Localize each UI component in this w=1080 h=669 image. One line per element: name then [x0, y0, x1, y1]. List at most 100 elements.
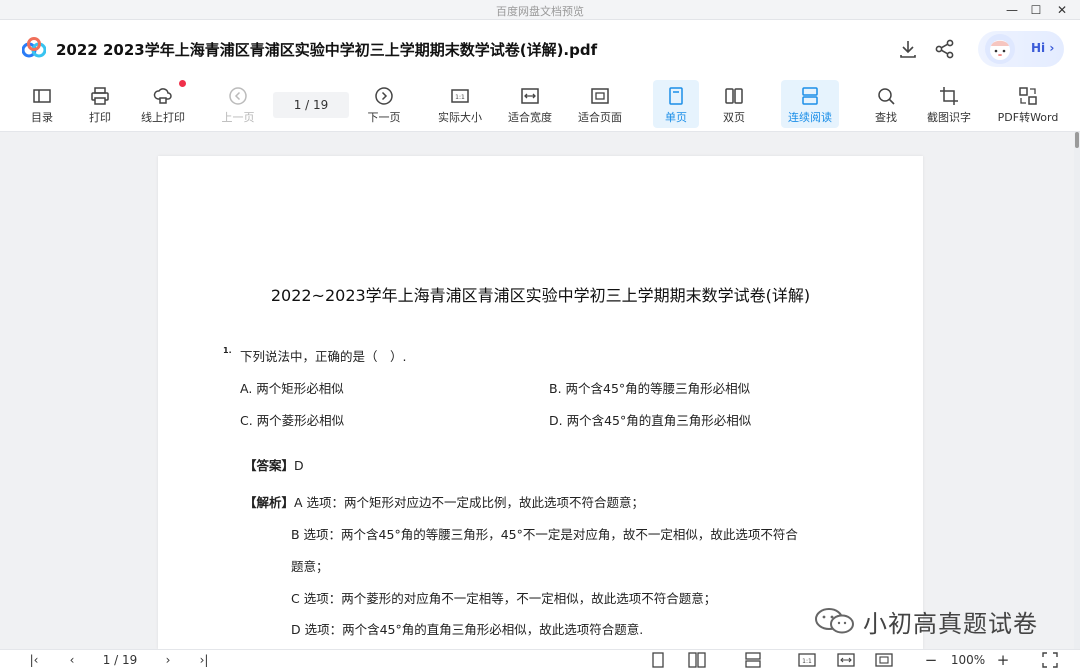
title-bar: 百度网盘文档预览 — ☐ ✕: [0, 0, 1080, 20]
sidebar-icon: [33, 89, 51, 103]
status-bar: |‹ ‹ 1 / 19 › ›| 1:1 − 100% +: [0, 649, 1080, 669]
prev-page-label: 上一页: [221, 111, 255, 124]
convert-icon: [1019, 87, 1037, 105]
double-page-icon: [725, 88, 743, 104]
toc-button[interactable]: 目录: [22, 80, 62, 128]
fit-page-button[interactable]: 适合页面: [574, 80, 626, 128]
print-label: 打印: [89, 111, 111, 124]
actual-size-small-icon: 1:1: [798, 653, 816, 667]
download-icon[interactable]: [897, 38, 919, 60]
analysis-line-b-cont: 题意；: [291, 559, 329, 574]
question-text: 下列说法中，正确的是（ ）.: [240, 349, 407, 364]
analysis-line-d: D 选项：两个含45°角的直角三角形必相似，故此选项符合题意.: [291, 622, 644, 637]
assistant-avatar-icon: [985, 34, 1015, 64]
actual-size-button[interactable]: 1:1 实际大小: [434, 80, 486, 128]
double-page-button[interactable]: 双页: [714, 80, 754, 128]
zoom-out-button[interactable]: −: [922, 652, 940, 668]
app-title: 百度网盘文档预览: [496, 5, 584, 18]
document-page: 2022~2023学年上海青浦区青浦区实验中学初三上学期期末数学试卷(详解) 1…: [158, 156, 923, 649]
analysis-label: 【解析】: [244, 495, 295, 510]
chevron-left-circle-icon: [229, 87, 247, 105]
single-page-button[interactable]: 单页: [653, 80, 699, 128]
analysis-line-b: B 选项：两个含45°角的等腰三角形，45°不一定是对应角，故不一定相似，故此选…: [291, 527, 798, 542]
fit-width-small-icon: [837, 653, 855, 667]
pdf-to-word-button[interactable]: PDF转Word: [994, 80, 1062, 128]
prev-page-button[interactable]: 上一页: [218, 80, 258, 128]
notification-dot: [179, 80, 186, 87]
zoom-in-button[interactable]: +: [994, 652, 1012, 668]
fit-width-small-button[interactable]: [837, 652, 855, 668]
page-number-input[interactable]: 1 / 19: [273, 92, 349, 118]
double-page-small-button[interactable]: [688, 652, 706, 668]
screenshot-ocr-label: 截图识字: [927, 111, 971, 124]
toc-label: 目录: [31, 111, 53, 124]
fit-page-icon: [591, 88, 609, 104]
fit-width-label: 适合宽度: [508, 111, 552, 124]
wechat-icon: [815, 608, 854, 634]
document-title: 2022~2023学年上海青浦区青浦区实验中学初三上学期期末数学试卷(详解): [270, 286, 811, 305]
answer-value: D: [294, 458, 304, 473]
chevron-right-circle-icon: [375, 87, 393, 105]
toolbar: 目录 打印 线上打印 上一页 下一页 1:1 实际大小 适合宽度 适合页面 单页…: [0, 76, 1080, 132]
assistant-hi-label: Hi ›: [1031, 41, 1055, 55]
analysis-line-c: C 选项：两个菱形的对应角不一定相等，不一定相似，故此选项不符合题意；: [291, 591, 717, 606]
actual-size-label: 实际大小: [438, 111, 482, 124]
screenshot-ocr-button[interactable]: 截图识字: [922, 80, 976, 128]
continuous-reading-label: 连续阅读: [788, 111, 832, 124]
question-number: 1.: [223, 346, 232, 355]
option-c: C. 两个菱形必相似: [240, 413, 345, 428]
continuous-small-icon: [745, 652, 761, 668]
fit-page-small-button[interactable]: [875, 652, 893, 668]
zoom-level[interactable]: 100%: [946, 652, 990, 668]
single-page-small-button[interactable]: [651, 652, 667, 668]
option-b: B. 两个含45°角的等腰三角形必相似: [549, 381, 751, 396]
continuous-reading-button[interactable]: 连续阅读: [781, 80, 839, 128]
crop-icon: [940, 87, 958, 105]
print-button[interactable]: 打印: [80, 80, 120, 128]
continuous-scroll-icon: [802, 87, 818, 105]
status-page-indicator[interactable]: 1 / 19: [96, 652, 144, 668]
single-page-label: 单页: [665, 111, 687, 124]
file-name: 2022 2023学年上海青浦区青浦区实验中学初三上学期期末数学试卷(详解).p…: [56, 41, 598, 59]
first-page-button[interactable]: |‹: [24, 652, 44, 668]
scrollbar-thumb[interactable]: [1075, 132, 1079, 148]
next-page-small-button[interactable]: ›: [158, 652, 178, 668]
pdf-to-word-label: PDF转Word: [997, 111, 1059, 124]
find-label: 查找: [875, 111, 897, 124]
next-page-label: 下一页: [367, 111, 401, 124]
last-page-button[interactable]: ›|: [194, 652, 214, 668]
assistant-hi-button[interactable]: Hi ›: [978, 31, 1064, 67]
continuous-small-button[interactable]: [744, 652, 762, 668]
prev-page-small-button[interactable]: ‹: [62, 652, 82, 668]
next-page-button[interactable]: 下一页: [362, 80, 406, 128]
fit-page-small-icon: [875, 653, 893, 667]
close-button[interactable]: ✕: [1048, 0, 1076, 20]
svg-text:1:1: 1:1: [455, 94, 465, 101]
option-d: D. 两个含45°角的直角三角形必相似: [549, 413, 752, 428]
baidu-netdisk-logo-icon: [22, 37, 46, 58]
maximize-button[interactable]: ☐: [1022, 0, 1050, 20]
single-page-icon: [669, 87, 683, 105]
search-icon: [878, 88, 895, 105]
share-icon[interactable]: [934, 38, 956, 60]
printer-icon: [91, 87, 109, 105]
svg-text:1:1: 1:1: [802, 658, 812, 665]
fullscreen-icon: [1042, 652, 1058, 668]
online-print-button[interactable]: 线上打印: [136, 80, 190, 128]
actual-size-small-button[interactable]: 1:1: [798, 652, 816, 668]
option-a: A. 两个矩形必相似: [240, 381, 344, 396]
analysis-line-a: A 选项：两个矩形对应边不一定成比例，故此选项不符合题意；: [294, 495, 645, 510]
fit-width-icon: [521, 88, 539, 104]
actual-size-icon: 1:1: [451, 89, 469, 103]
double-page-small-icon: [688, 652, 706, 668]
cloud-print-icon: [153, 88, 172, 104]
single-page-small-icon: [652, 652, 664, 668]
watermark-text: 小初高真题试卷: [863, 610, 1038, 638]
online-print-label: 线上打印: [141, 111, 185, 124]
find-button[interactable]: 查找: [866, 80, 906, 128]
fullscreen-button[interactable]: [1042, 652, 1060, 668]
vertical-scrollbar[interactable]: [1074, 132, 1080, 649]
file-header: 2022 2023学年上海青浦区青浦区实验中学初三上学期期末数学试卷(详解).p…: [0, 20, 1080, 76]
fit-width-button[interactable]: 适合宽度: [504, 80, 556, 128]
answer-label: 【答案】: [244, 458, 295, 473]
